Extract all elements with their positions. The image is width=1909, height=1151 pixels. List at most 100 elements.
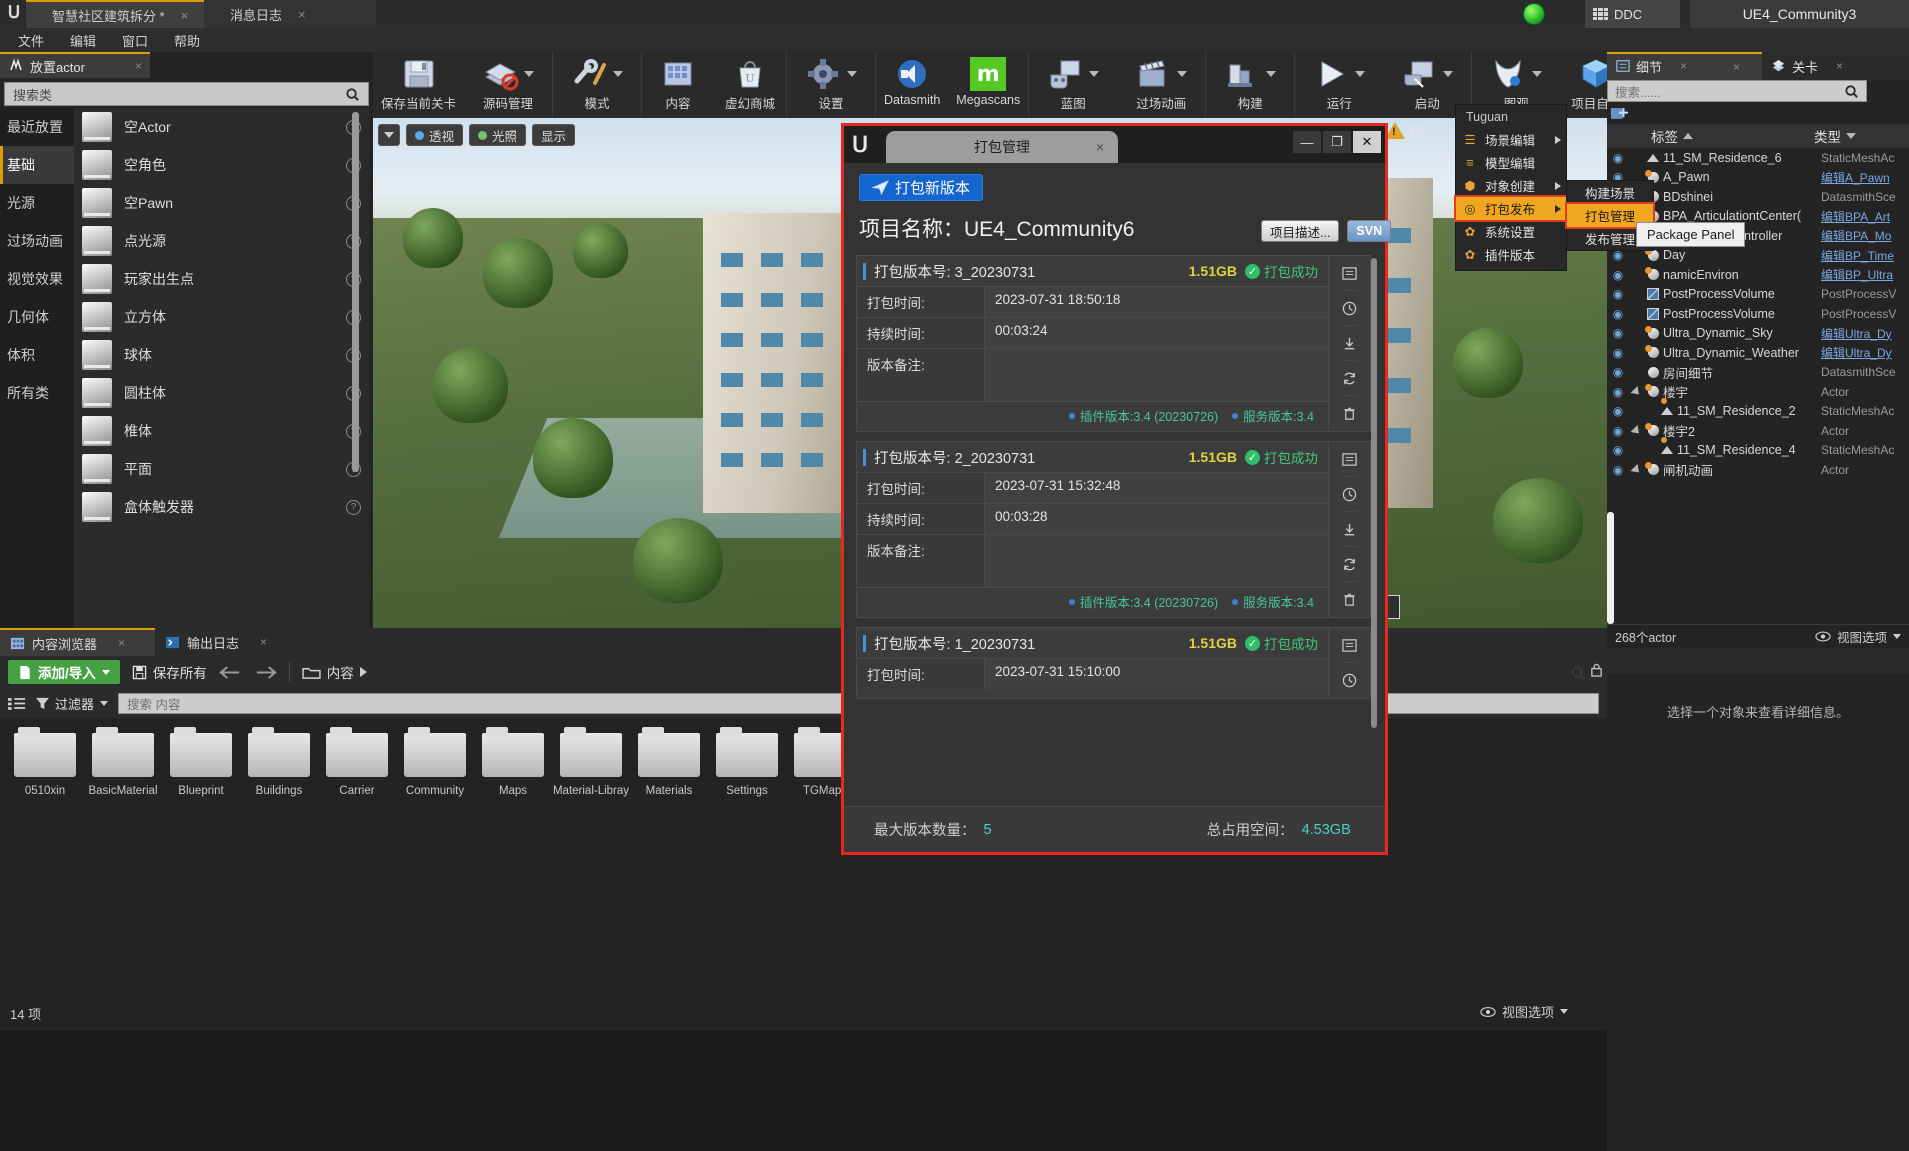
expander-icon[interactable]	[1630, 424, 1643, 437]
folder-item[interactable]: Buildings	[240, 723, 318, 1003]
close-icon[interactable]: ×	[1096, 139, 1104, 155]
outliner-type[interactable]: 编辑Ultra_Dy	[1821, 325, 1909, 342]
package-list-scrollbar[interactable]	[1371, 258, 1377, 728]
maximize-button[interactable]: ❐	[1323, 131, 1351, 153]
list-item[interactable]: 空Pawn?	[74, 184, 369, 222]
chevron-down-icon[interactable]	[1089, 71, 1100, 77]
category-all-classes[interactable]: 所有类	[0, 374, 74, 412]
datasmith-button[interactable]: Datasmith	[876, 52, 948, 118]
menu-file[interactable]: 文件	[6, 28, 56, 53]
search-icon[interactable]	[1844, 84, 1859, 99]
chevron-right-icon[interactable]	[359, 667, 367, 677]
settings-button[interactable]: 设置	[787, 52, 875, 118]
download-icon[interactable]	[1342, 326, 1357, 361]
folder-item[interactable]: Maps	[474, 723, 552, 1003]
tab-output-log[interactable]: 输出日志 ×	[155, 628, 310, 656]
detail-icon[interactable]	[1342, 256, 1357, 291]
menu-help[interactable]: 帮助	[162, 28, 212, 53]
list-item[interactable]: 球体?	[74, 336, 369, 374]
category-basic[interactable]: 基础	[0, 146, 74, 184]
folder-item[interactable]: Material-Libray	[552, 723, 630, 1003]
chevron-down-icon[interactable]	[1355, 71, 1366, 77]
outliner-type[interactable]: 编辑BP_Ultra	[1821, 266, 1909, 283]
chevron-down-icon[interactable]	[613, 71, 624, 77]
outliner-type[interactable]: 编辑BPA_Mo	[1821, 227, 1909, 244]
history-icon[interactable]	[1342, 291, 1357, 326]
history-icon[interactable]	[1342, 477, 1357, 512]
category-volumes[interactable]: 体积	[0, 336, 74, 374]
eye-icon[interactable]: ◉	[1607, 307, 1629, 321]
category-visual-effects[interactable]: 视觉效果	[0, 260, 74, 298]
viewport-warning[interactable]: 10	[1385, 122, 1423, 139]
list-item[interactable]: 立方体?	[74, 298, 369, 336]
cinematics-button[interactable]: 过场动画	[1117, 52, 1205, 118]
field-value-note[interactable]	[985, 349, 1328, 401]
content-browser-search-icon[interactable]	[1570, 665, 1586, 681]
chevron-down-icon[interactable]	[100, 700, 109, 706]
refresh-icon[interactable]	[1342, 361, 1357, 396]
project-description-button[interactable]: 项目描述...	[1261, 220, 1340, 242]
folder-item[interactable]: Blueprint	[162, 723, 240, 1003]
table-row[interactable]: ◉ PostProcessVolume PostProcessV	[1607, 304, 1909, 324]
close-icon[interactable]: ×	[135, 59, 142, 73]
save-current-level-button[interactable]: 保存当前关卡	[373, 52, 464, 118]
window-tab-project[interactable]: 智慧社区建筑拆分 * ×	[26, 0, 204, 28]
tab-content-browser[interactable]: 内容浏览器 ×	[0, 628, 155, 656]
menu-item-plugin-version[interactable]: ✿ 插件版本	[1456, 243, 1566, 266]
chevron-down-icon[interactable]	[1177, 71, 1188, 77]
place-actor-search-input[interactable]: 搜索类	[4, 82, 369, 106]
submenu-item-build-scene[interactable]: 构建场景	[1567, 181, 1653, 204]
filter-button[interactable]: 过滤器	[36, 694, 109, 713]
table-row[interactable]: ◉ 闸机动画 Actor	[1607, 460, 1909, 480]
close-icon[interactable]: ×	[1836, 59, 1843, 73]
table-row[interactable]: ◉ PostProcessVolume PostProcessV	[1607, 285, 1909, 305]
list-item[interactable]: 盒体触发器?	[74, 488, 369, 526]
column-type[interactable]: 类型	[1814, 126, 1909, 146]
eye-icon[interactable]: ◉	[1607, 151, 1629, 165]
list-item[interactable]: 平面?	[74, 450, 369, 488]
table-row[interactable]: ◉ 11_SM_Residence_4 StaticMeshAc	[1607, 437, 1909, 461]
outliner-type[interactable]: 编辑A_Pawn	[1821, 169, 1909, 186]
menu-item-system-settings[interactable]: ✿ 系统设置	[1456, 220, 1566, 243]
table-row[interactable]: ◉ 11_SM_Residence_2 StaticMeshAc	[1607, 398, 1909, 422]
folder-item[interactable]: Materials	[630, 723, 708, 1003]
tab-details[interactable]: 细节 ×	[1607, 52, 1729, 78]
menu-item-object-create[interactable]: ⬢ 对象创建	[1456, 174, 1566, 197]
viewport-menu-button[interactable]	[378, 124, 400, 146]
chevron-down-icon[interactable]	[1443, 71, 1454, 77]
chevron-down-icon[interactable]	[524, 71, 535, 77]
path-breadcrumb[interactable]: 内容	[302, 662, 367, 682]
close-button[interactable]: ✕	[1353, 131, 1381, 153]
list-item[interactable]: 圆柱体?	[74, 374, 369, 412]
chevron-down-icon[interactable]	[1893, 634, 1901, 639]
play-button[interactable]: 运行	[1295, 52, 1383, 118]
expander-icon[interactable]	[1630, 463, 1643, 476]
table-row[interactable]: ◉ 房间细节 DatasmithSce	[1607, 363, 1909, 383]
close-icon[interactable]: ×	[1733, 60, 1740, 74]
ddc-status-button[interactable]: DDC	[1585, 0, 1680, 28]
viewport-perspective-button[interactable]: 透视	[406, 124, 464, 146]
status-orb-icon[interactable]	[1517, 0, 1551, 28]
help-icon[interactable]: ?	[346, 499, 361, 515]
add-import-button[interactable]: 添加/导入	[8, 660, 120, 684]
eye-icon[interactable]: ◉	[1607, 443, 1629, 457]
folder-item[interactable]: Carrier	[318, 723, 396, 1003]
detail-icon[interactable]	[1342, 628, 1357, 663]
category-geometry[interactable]: 几何体	[0, 298, 74, 336]
viewport-show-button[interactable]: 显示	[532, 124, 576, 146]
content-browser-view-options[interactable]: 视图选项	[1480, 1002, 1569, 1021]
tab-levels[interactable]: 关卡 ×	[1762, 52, 1909, 80]
column-label[interactable]: 标签	[1651, 126, 1814, 146]
eye-icon[interactable]: ◉	[1607, 326, 1629, 340]
world-outliner-search-input[interactable]: 搜索......	[1607, 80, 1867, 102]
eye-icon[interactable]: ◉	[1607, 463, 1629, 477]
chevron-down-icon[interactable]	[1560, 1009, 1569, 1014]
chevron-down-icon[interactable]	[1532, 71, 1543, 77]
category-recent[interactable]: 最近放置	[0, 108, 74, 146]
menu-item-package-publish[interactable]: ◎ 打包发布	[1454, 195, 1568, 222]
build-button[interactable]: 构建	[1206, 52, 1294, 118]
megascans-button[interactable]: m Megascans	[948, 52, 1028, 118]
package-version-card[interactable]: 打包版本号: 3_20230731 1.51GB ✓ 打包成功 打包时间: 2023…	[856, 255, 1371, 432]
new-package-button[interactable]: 打包新版本	[859, 174, 984, 201]
source-control-button[interactable]: 源码管理	[464, 52, 552, 118]
